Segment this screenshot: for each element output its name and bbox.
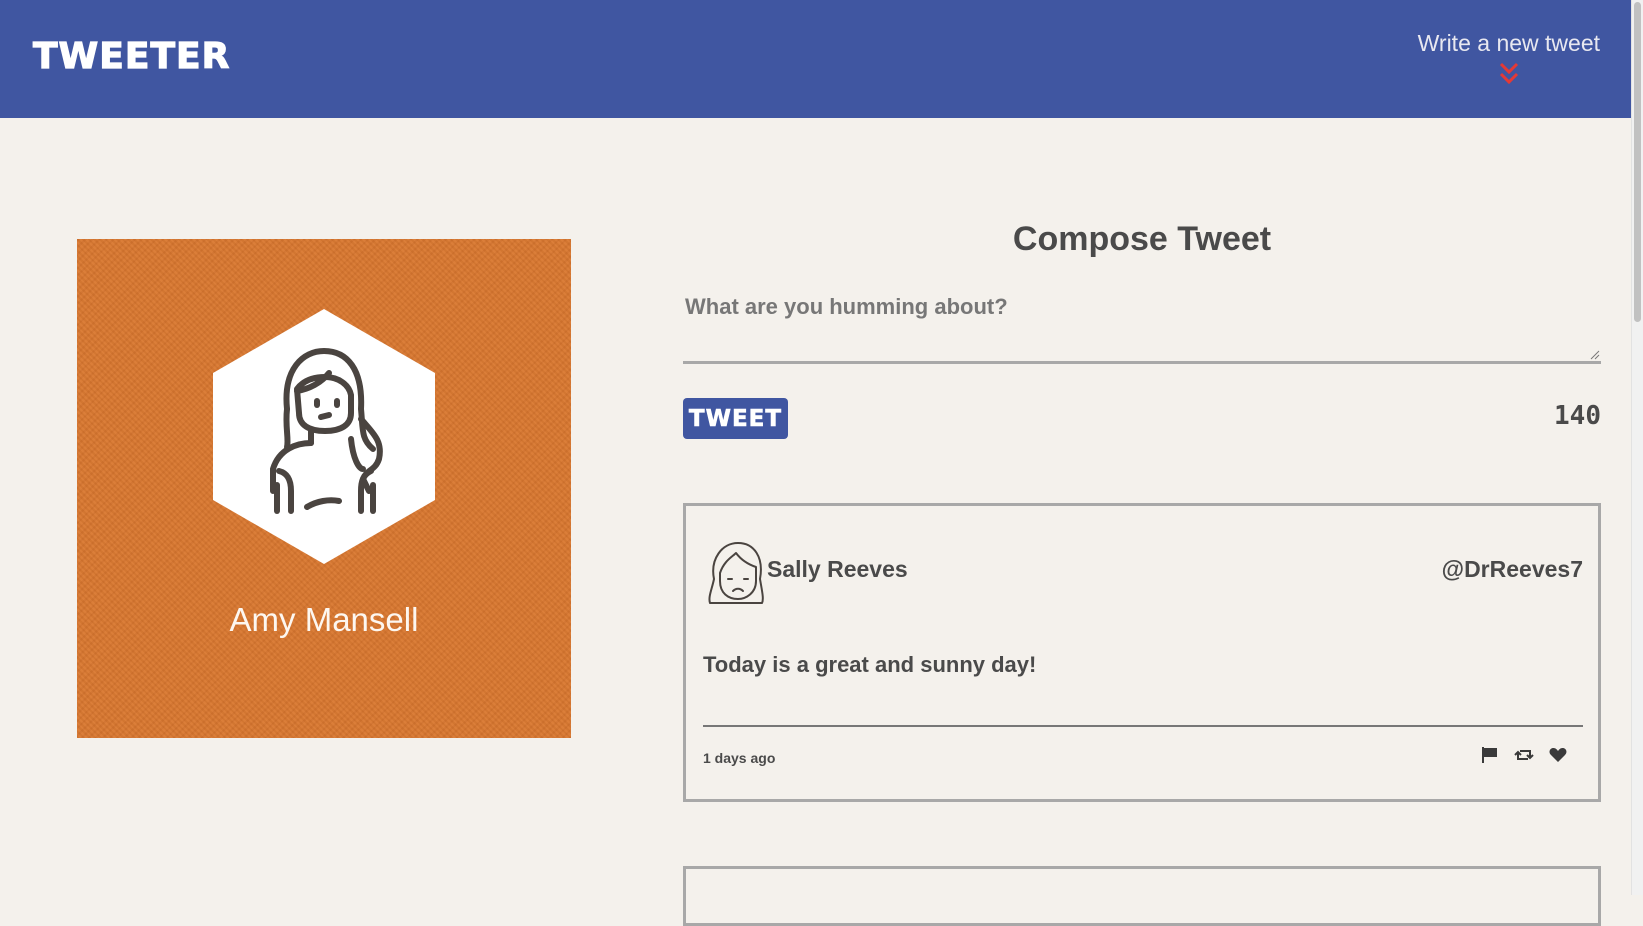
tweet-actions — [1480, 745, 1568, 765]
scrollbar-thumb[interactable] — [1634, 2, 1641, 322]
tweet-card: Sally Reeves @DrReeves7 Today is a great… — [683, 503, 1601, 802]
retweet-icon[interactable] — [1514, 745, 1534, 765]
tweet-textarea[interactable] — [683, 288, 1601, 364]
double-chevron-down-icon[interactable] — [1497, 61, 1521, 87]
tweet-author-handle[interactable]: @DrReeves7 — [1442, 556, 1583, 583]
tweet-text: Today is a great and sunny day! — [703, 652, 1037, 677]
tweet-submit-button[interactable]: TWEET — [683, 398, 788, 439]
woman-avatar-icon — [213, 309, 435, 564]
resize-grip-icon[interactable] — [1590, 350, 1600, 360]
write-new-tweet-label[interactable]: Write a new tweet — [1418, 30, 1600, 57]
tweet-timestamp: 1 days ago — [703, 750, 776, 766]
tweet-card-next — [683, 866, 1601, 926]
heart-icon[interactable] — [1548, 745, 1568, 765]
flag-icon[interactable] — [1480, 745, 1500, 765]
tweet-author-name[interactable]: Sally Reeves — [767, 556, 908, 583]
page-scrollbar[interactable] — [1631, 0, 1643, 895]
brand-logo[interactable]: TWEETER — [32, 35, 230, 77]
compose-title: Compose Tweet — [1012, 220, 1272, 258]
profile-card: Amy Mansell — [77, 239, 571, 738]
profile-name: Amy Mansell — [229, 601, 419, 638]
tweet-divider — [703, 725, 1583, 727]
woman-face-avatar-icon — [708, 542, 764, 604]
character-counter: 140 — [1554, 401, 1601, 431]
write-new-tweet-toggle[interactable]: Write a new tweet — [1418, 30, 1600, 87]
top-nav: TWEETER Write a new tweet — [0, 0, 1632, 118]
